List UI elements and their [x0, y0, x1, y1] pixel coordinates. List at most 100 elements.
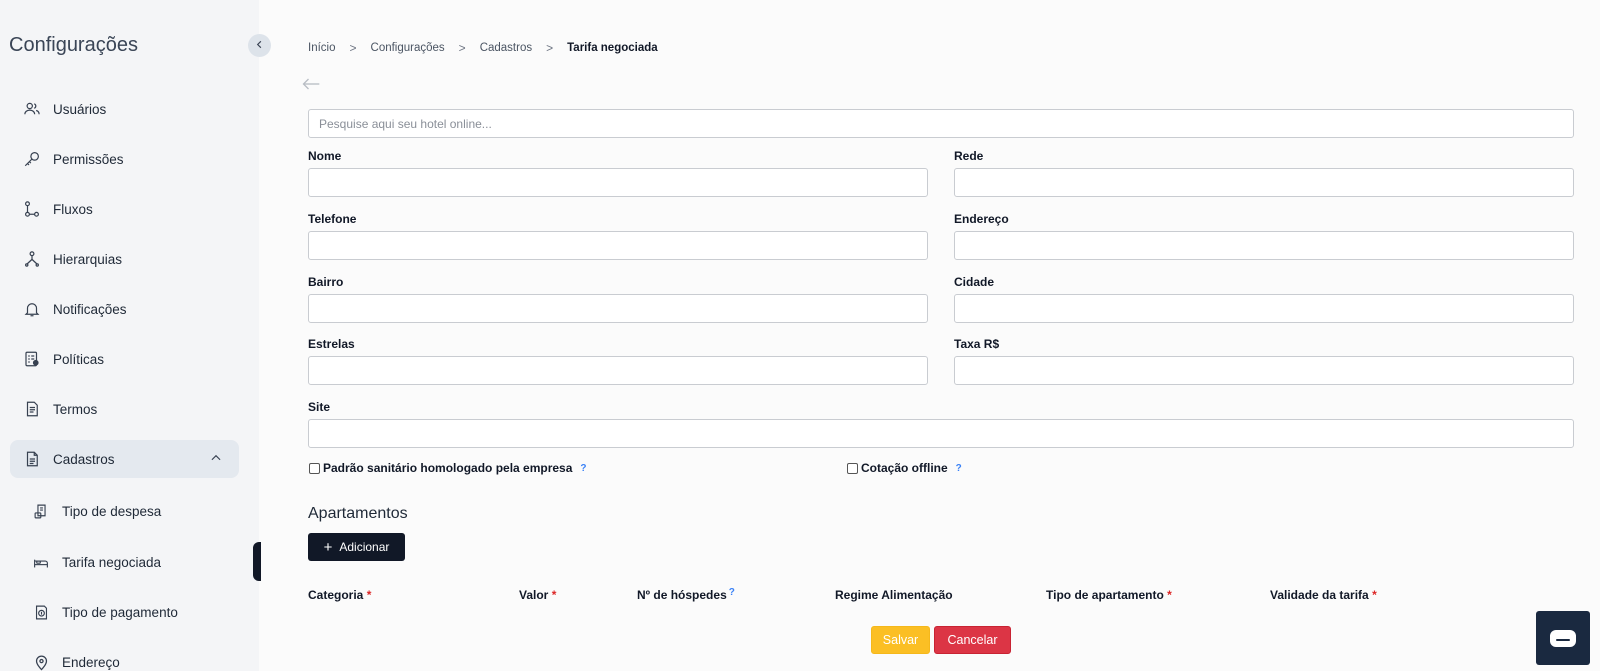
bairro-input[interactable]	[308, 294, 928, 323]
rede-input[interactable]	[954, 168, 1574, 197]
column-header-validade: Validade da tarifa *	[1270, 588, 1377, 602]
sidebar-item-label: Termos	[53, 401, 98, 417]
sidebar-subitem-label: Tarifa negociada	[62, 554, 162, 570]
nome-input[interactable]	[308, 168, 928, 197]
rede-label: Rede	[954, 149, 984, 163]
sidebar-subitem-tipo-de-pagamento[interactable]: Tipo de pagamento	[32, 594, 232, 630]
taxa-input[interactable]	[954, 356, 1574, 385]
sidebar-item-notificacoes[interactable]: Notificações	[10, 290, 239, 328]
sidebar-subitem-tipo-de-despesa[interactable]: Tipo de despesa	[32, 493, 232, 529]
add-button-label: Adicionar	[339, 540, 390, 554]
sidebar-subitem-endereco[interactable]: Endereço	[32, 644, 232, 671]
sidebar-item-usuarios[interactable]: Usuários	[10, 90, 239, 128]
sidebar-item-permissoes[interactable]: Permissões	[10, 140, 239, 178]
back-arrow-icon[interactable]	[301, 76, 321, 97]
sidebar-subitem-label: Tipo de pagamento	[62, 604, 178, 620]
taxa-label: Taxa R$	[954, 337, 1000, 351]
cidade-input[interactable]	[954, 294, 1574, 323]
key-icon	[22, 149, 42, 169]
column-header-label: Categoria	[308, 588, 364, 602]
column-header-label: Tipo de apartamento	[1046, 588, 1164, 602]
save-button[interactable]: Salvar	[871, 626, 930, 654]
required-marker: *	[1372, 588, 1377, 602]
flow-icon	[22, 199, 42, 219]
help-icon[interactable]: ?	[956, 463, 962, 474]
required-marker: *	[551, 588, 557, 602]
sidebar-collapse-button[interactable]	[248, 34, 271, 57]
column-header-label: Valor	[519, 588, 549, 602]
sidebar-item-fluxos[interactable]: Fluxos	[10, 190, 239, 228]
sidebar-title: Configurações	[9, 34, 138, 56]
bell-icon	[22, 299, 42, 319]
sidebar-item-label: Fluxos	[53, 201, 93, 217]
cotacao-offline-checkbox[interactable]	[847, 462, 858, 474]
chat-icon	[1550, 629, 1576, 647]
sidebar-item-termos[interactable]: Termos	[10, 390, 239, 428]
active-item-marker	[253, 542, 261, 581]
breadcrumb-separator: >	[458, 41, 466, 55]
file-icon	[22, 449, 42, 469]
hotel-search-input[interactable]	[308, 109, 1574, 138]
column-header-categoria: Categoria *	[308, 588, 371, 602]
estrelas-input[interactable]	[308, 356, 928, 385]
column-header-tipo-apartamento: Tipo de apartamento *	[1046, 588, 1172, 602]
sidebar-subitem-tarifa-negociada[interactable]: Tarifa negociada	[32, 544, 232, 580]
nome-label: Nome	[308, 149, 342, 163]
telefone-input[interactable]	[308, 231, 928, 260]
required-marker: *	[366, 588, 372, 602]
help-icon[interactable]: ?	[729, 587, 735, 598]
column-header-valor: Valor *	[519, 588, 556, 602]
help-icon[interactable]: ?	[580, 463, 586, 474]
chat-button[interactable]	[1536, 611, 1590, 665]
sidebar-subitem-label: Endereço	[62, 654, 120, 670]
sidebar-item-label: Cadastros	[53, 451, 115, 467]
sidebar-item-label: Usuários	[53, 101, 107, 117]
sidebar-item-label: Permissões	[53, 151, 124, 167]
estrelas-label: Estrelas	[308, 337, 355, 351]
chevron-left-icon	[254, 37, 265, 55]
sidebar-subitem-label: Tipo de despesa	[62, 503, 162, 519]
users-icon	[22, 99, 42, 119]
breadcrumb-current: Tarifa negociada	[567, 42, 658, 54]
sidebar-item-label: Políticas	[53, 351, 105, 367]
chevron-up-icon[interactable]	[209, 451, 223, 468]
column-header-regime: Regime Alimentação	[835, 588, 953, 602]
sidebar-item-hierarquias[interactable]: Hierarquias	[10, 240, 239, 278]
plus-icon: +	[323, 538, 333, 556]
endereco-label: Endereço	[954, 212, 1009, 226]
cancel-button[interactable]: Cancelar	[934, 626, 1011, 654]
add-apartamento-button[interactable]: + Adicionar	[308, 533, 405, 561]
breadcrumb-inicio[interactable]: Início	[308, 42, 336, 54]
sidebar-item-label: Notificações	[53, 301, 127, 317]
bairro-label: Bairro	[308, 275, 344, 289]
cotacao-offline-row: Cotação offline ?	[847, 461, 962, 475]
document-icon	[22, 399, 42, 419]
site-label: Site	[308, 400, 331, 414]
column-header-hospedes: Nº de hóspedes?	[637, 587, 735, 602]
column-header-label: Nº de hóspedes	[637, 588, 727, 602]
payment-icon	[32, 603, 50, 621]
policy-icon	[22, 349, 42, 369]
breadcrumb-configuracoes[interactable]: Configurações	[371, 42, 445, 54]
column-header-label: Regime Alimentação	[835, 588, 953, 602]
sidebar: Configurações Usuários Permissões Fluxos…	[0, 0, 259, 671]
cotacao-offline-label: Cotação offline	[861, 461, 948, 475]
sidebar-item-label: Hierarquias	[53, 251, 123, 267]
sidebar-item-politicas[interactable]: Políticas	[10, 340, 239, 378]
sidebar-item-cadastros[interactable]: Cadastros	[10, 440, 239, 478]
breadcrumb-separator: >	[349, 41, 357, 55]
padrao-sanitario-label: Padrão sanitário homologado pela empresa	[323, 461, 573, 475]
required-marker: *	[1167, 588, 1172, 602]
cidade-label: Cidade	[954, 275, 995, 289]
column-header-label: Validade da tarifa	[1270, 588, 1369, 602]
breadcrumb-separator: >	[546, 41, 554, 55]
apartamentos-title: Apartamentos	[308, 505, 408, 522]
padrao-sanitario-checkbox[interactable]	[309, 462, 320, 474]
site-input[interactable]	[308, 419, 1574, 448]
endereco-input[interactable]	[954, 231, 1574, 260]
telefone-label: Telefone	[308, 212, 357, 226]
breadcrumb: Início > Configurações > Cadastros > Tar…	[308, 41, 658, 55]
hierarchy-icon	[22, 249, 42, 269]
receipt-icon	[32, 502, 50, 520]
breadcrumb-cadastros[interactable]: Cadastros	[480, 42, 532, 54]
